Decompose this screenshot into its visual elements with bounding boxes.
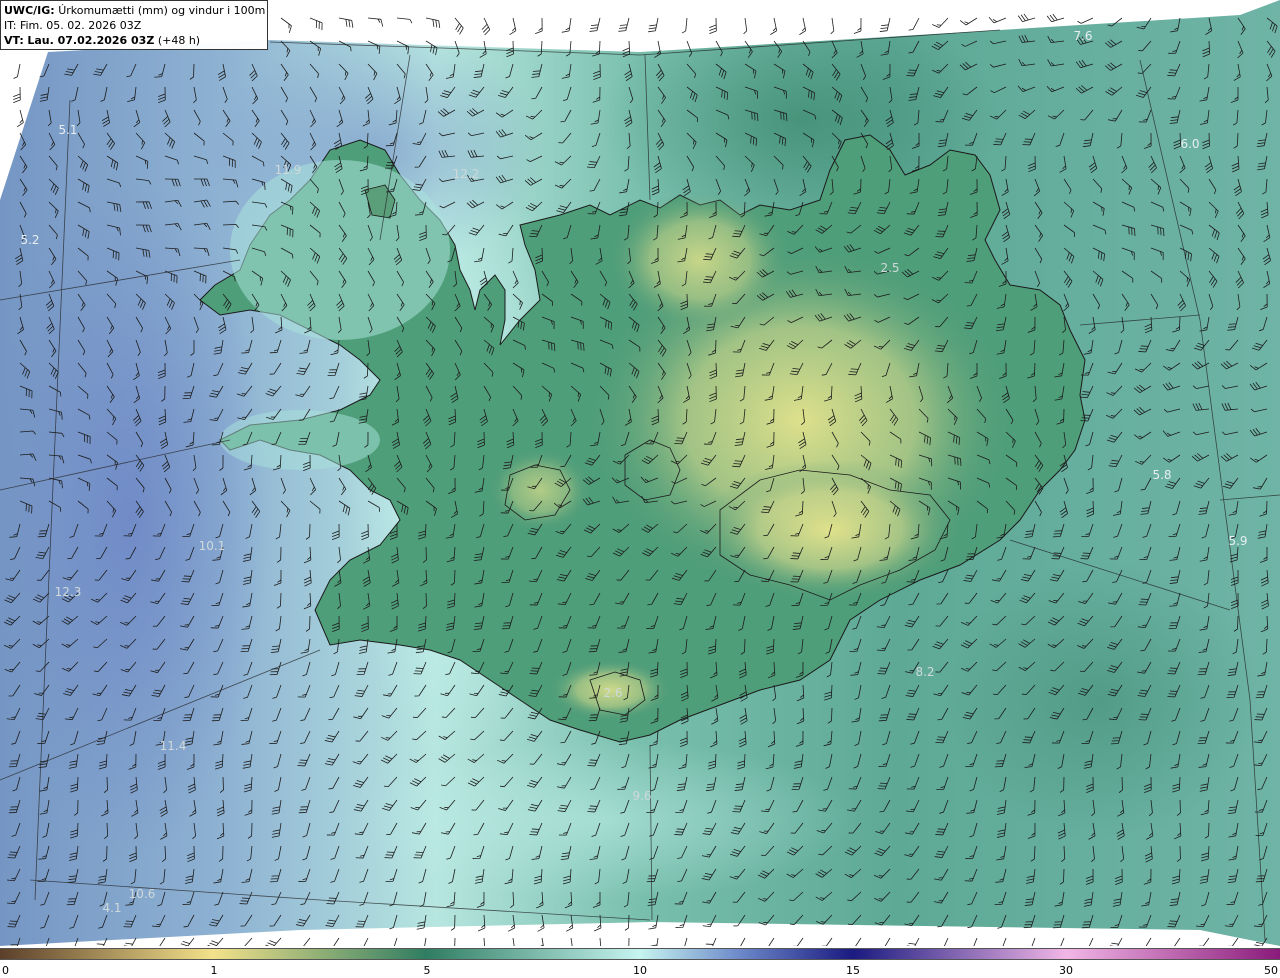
point-value-label: 7.6 xyxy=(1073,29,1092,43)
model-name: UWC/IG: xyxy=(4,4,55,17)
point-value-label: 11.4 xyxy=(160,739,187,753)
colorbar-tick-50: 50 xyxy=(1264,964,1278,977)
point-value-label: 11.9 xyxy=(275,163,302,177)
point-value-label: 4.1 xyxy=(102,901,121,915)
point-value-label: 5.2 xyxy=(20,233,39,247)
forecast-map: 7.6 5.1 11.9 12.2 6.0 5.2 2.5 5.8 5.9 10.1 12.3 8.2… xyxy=(0,0,1280,946)
colorbar-tick-0: 0 xyxy=(2,964,9,977)
initial-time: IT: Fim. 05. 02. 2026 03Z xyxy=(4,19,142,32)
colorbar-tick-15: 15 xyxy=(846,964,860,977)
colorbar-strip xyxy=(0,948,1280,960)
point-value-label: 2.5 xyxy=(880,261,899,275)
point-value-label: 2.6 xyxy=(603,686,622,700)
colorbar-tick-1: 1 xyxy=(210,964,218,977)
point-value-label: 9.6 xyxy=(632,789,651,803)
point-value-label: 8.2 xyxy=(915,665,934,679)
colorbar-tick-30: 30 xyxy=(1059,964,1073,977)
map-title: Úrkomumætti (mm) og vindur i 100m hæð xyxy=(58,4,267,17)
valid-time-label: VT: xyxy=(4,34,24,47)
point-value-label: 6.0 xyxy=(1180,137,1199,151)
map-header: UWC/IG: Úrkomumætti (mm) og vindur i 100… xyxy=(0,0,268,50)
point-value-label: 12.2 xyxy=(453,167,480,181)
colorbar-tick-10: 10 xyxy=(633,964,647,977)
valid-time: Lau. 07.02.2026 03Z xyxy=(27,34,155,47)
point-value-label: 5.1 xyxy=(58,123,77,137)
point-value-label: 12.3 xyxy=(55,585,82,599)
point-value-label: 5.8 xyxy=(1152,468,1171,482)
lead-time: (+48 h) xyxy=(157,34,201,47)
point-value-label: 5.9 xyxy=(1228,534,1247,548)
point-value-label: 10.6 xyxy=(129,887,156,901)
colorbar: 0 1 5 10 15 30 50 xyxy=(0,946,1280,978)
colorbar-tick-5: 5 xyxy=(423,964,431,977)
point-value-label: 10.1 xyxy=(199,539,226,553)
